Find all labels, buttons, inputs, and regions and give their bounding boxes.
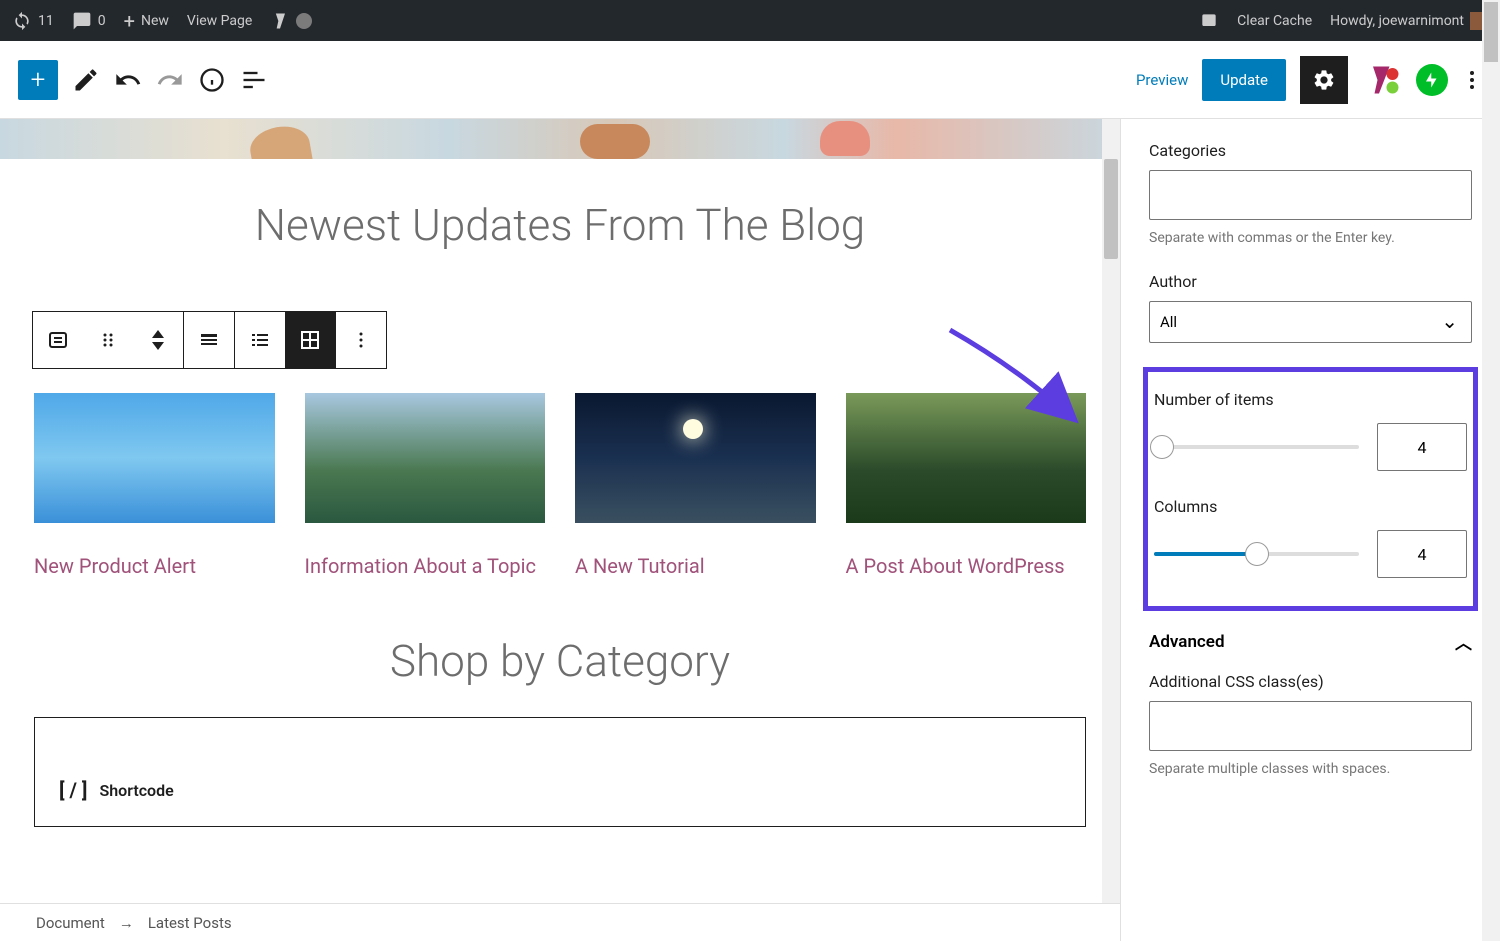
admin-notify[interactable] [1199,11,1219,31]
advanced-panel-toggle[interactable]: Advanced ︿ [1149,629,1472,654]
breadcrumb-arrow: → [119,914,134,932]
comment-icon [72,11,92,31]
align-button[interactable] [184,312,234,368]
post-image [305,393,546,523]
block-more-button[interactable] [336,312,386,368]
admin-clear-cache[interactable]: Clear Cache [1237,13,1312,29]
post-title[interactable]: Information About a Topic [305,551,546,581]
editor-canvas: Newest Updates From The Blog [0,119,1120,941]
notify-icon [1199,11,1219,31]
post-title[interactable]: New Product Alert [34,551,275,581]
drag-handle[interactable] [83,312,133,368]
highlighted-settings: Number of items Columns [1143,367,1478,611]
post-item: A New Tutorial [575,393,816,581]
chevron-up-icon: ︿ [1455,629,1472,654]
shop-section-title[interactable]: Shop by Category [20,635,1100,687]
author-label: Author [1149,272,1472,291]
outline-button[interactable] [240,66,268,94]
plus-icon: + [124,9,135,33]
css-classes-label: Additional CSS class(es) [1149,672,1472,691]
info-button[interactable] [198,66,226,94]
yoast-status-dot [296,13,312,29]
author-select[interactable]: All [1149,301,1472,343]
preview-link[interactable]: Preview [1136,71,1188,89]
move-buttons[interactable] [133,312,183,368]
list-view-button[interactable] [235,312,285,368]
yoast-color-icon [1364,62,1400,98]
post-item: A Post About WordPress [846,393,1087,581]
categories-input[interactable] [1149,170,1472,220]
breadcrumb-current[interactable]: Latest Posts [148,914,232,932]
admin-new[interactable]: + New [124,9,169,33]
post-title[interactable]: A New Tutorial [575,551,816,581]
block-toolbar [32,311,387,369]
admin-count-2: 0 [98,13,106,29]
block-type-button[interactable] [33,312,83,368]
hero-image-strip [0,119,1120,159]
columns-label: Columns [1154,497,1473,516]
columns-slider[interactable] [1154,552,1359,556]
blog-section-title[interactable]: Newest Updates From The Blog [20,199,1100,251]
update-button[interactable]: Update [1202,59,1286,101]
post-item: Information About a Topic [305,393,546,581]
editor-header: + Preview Update [0,41,1500,119]
css-classes-hint: Separate multiple classes with spaces. [1149,761,1472,777]
admin-refresh[interactable]: 11 [12,11,54,31]
css-classes-input[interactable] [1149,701,1472,751]
shortcode-block[interactable]: [ / ] Shortcode [34,717,1086,827]
post-image [846,393,1087,523]
latest-posts-block[interactable]: New Product Alert Information About a To… [20,369,1100,605]
columns-input[interactable] [1377,530,1467,578]
num-items-label: Number of items [1154,390,1473,409]
yoast-icon [270,11,290,31]
page-scrollbar[interactable] [1482,0,1500,941]
admin-comments[interactable]: 0 [72,11,106,31]
breadcrumb-document[interactable]: Document [36,914,105,932]
grid-view-button[interactable] [285,312,335,368]
settings-sidebar: Categories Separate with commas or the E… [1120,119,1500,941]
jetpack-icon [1423,71,1441,89]
admin-view-page[interactable]: View Page [187,13,252,29]
post-item: New Product Alert [34,393,275,581]
admin-howdy[interactable]: Howdy, joewarnimont [1330,12,1488,30]
admin-yoast[interactable] [270,11,312,31]
categories-label: Categories [1149,141,1472,160]
undo-button[interactable] [114,66,142,94]
jetpack-button[interactable] [1416,64,1448,96]
post-title[interactable]: A Post About WordPress [846,551,1087,581]
gear-icon [1312,68,1336,92]
categories-hint: Separate with commas or the Enter key. [1149,230,1472,246]
edit-tool[interactable] [72,66,100,94]
more-options-button[interactable] [1462,63,1482,97]
shortcode-label: [ / ] Shortcode [59,778,1061,802]
post-image [575,393,816,523]
redo-button[interactable] [156,66,184,94]
refresh-icon [12,11,32,31]
block-breadcrumb: Document → Latest Posts [0,903,1120,941]
add-block-button[interactable]: + [18,60,58,100]
settings-button[interactable] [1300,56,1348,104]
canvas-scrollbar[interactable] [1102,119,1120,941]
post-image [34,393,275,523]
num-items-input[interactable] [1377,423,1467,471]
num-items-slider[interactable] [1154,445,1359,449]
admin-bar: 11 0 + New View Page Clear Cache Howdy, … [0,0,1500,41]
main-area: Newest Updates From The Blog [0,119,1500,941]
shortcode-icon: [ / ] [59,778,87,802]
yoast-button[interactable] [1362,60,1402,100]
admin-count-1: 11 [38,13,54,29]
